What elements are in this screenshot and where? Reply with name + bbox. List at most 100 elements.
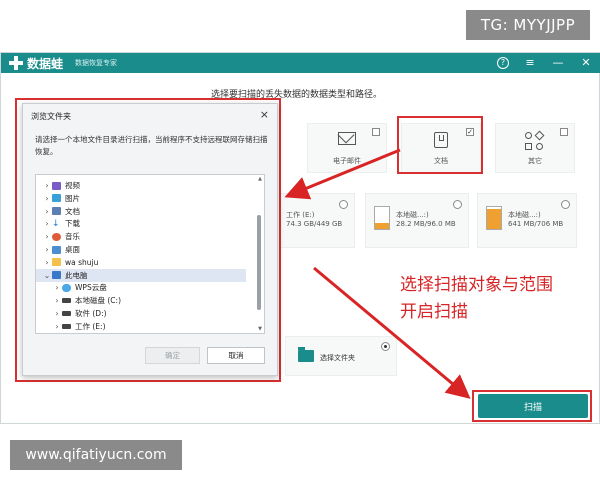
video-icon — [52, 181, 61, 190]
scroll-down-icon[interactable]: ▼ — [258, 326, 262, 332]
chevron-icon[interactable]: › — [52, 296, 62, 305]
close-icon[interactable]: ✕ — [579, 55, 593, 71]
chevron-icon[interactable]: ⌄ — [42, 271, 52, 280]
filetype-card-email[interactable]: 电子邮件 — [307, 123, 387, 173]
tree-item[interactable]: › 图片 — [36, 192, 246, 205]
envelope-icon — [338, 132, 356, 145]
chevron-icon[interactable]: › — [42, 219, 52, 228]
screenshot: TG: MYYJJPP 数据蛙 数据恢复专家 ? ≡ — ✕ 选择要扫描的丢失数… — [0, 0, 600, 480]
dialog-title: 浏览文件夹 — [31, 112, 71, 121]
tree-item[interactable]: › 软件 (D:) — [36, 307, 246, 320]
computer-icon — [52, 271, 61, 280]
browse-folder-dialog: 浏览文件夹 × 请选择一个本地文件目录进行扫描，当前程序不支持远程联网存储扫描恢… — [22, 103, 278, 376]
drive-name: 本地磁...:) — [396, 211, 429, 219]
minimize-icon[interactable]: — — [551, 55, 565, 71]
drive-size: 74.3 GB/449 GB — [286, 220, 343, 228]
annotation-line-2: 开启扫描 — [400, 302, 468, 322]
drive-icon — [62, 298, 71, 304]
title-bar: 数据蛙 数据恢复专家 ? ≡ — ✕ — [1, 53, 600, 73]
menu-icon[interactable]: ≡ — [523, 55, 537, 71]
tree-item[interactable]: › 文档 — [36, 205, 246, 218]
chevron-icon[interactable]: › — [42, 194, 52, 203]
help-icon[interactable]: ? — [497, 57, 509, 69]
tree-item-label: 本地磁盘 (C:) — [75, 296, 121, 306]
filetype-card-other[interactable]: 其它 — [495, 123, 575, 173]
tree-item-label: wa shuju — [65, 257, 99, 267]
tree-item-label: 音乐 — [65, 232, 80, 242]
other-icon — [525, 130, 545, 152]
chevron-icon[interactable]: › — [42, 207, 52, 216]
desktop-icon — [52, 245, 61, 254]
chevron-icon[interactable]: › — [52, 283, 62, 292]
document-icon — [52, 207, 61, 216]
drive-card-local-2[interactable]: 本地磁...:) 641 MB/706 MB — [477, 193, 577, 248]
scrollbar-thumb[interactable] — [257, 215, 261, 310]
drive-icon — [374, 206, 390, 230]
scroll-up-icon[interactable]: ▲ — [258, 176, 262, 182]
tree-item-label: WPS云盘 — [75, 283, 107, 293]
tree-item[interactable]: › wa shuju — [36, 256, 246, 269]
drive-card-e[interactable]: 工作 (E:) 74.3 GB/449 GB — [279, 193, 355, 248]
folder-tree[interactable]: ▲ ▼ › 视频 › 图片 › 文档 › ↓ 下载 › 音乐 › 桌面 › wa shuju ⌄ 此电脑 › WPS… — [35, 174, 265, 334]
highlight-document-card — [397, 116, 483, 174]
filetype-checkbox[interactable] — [560, 128, 568, 136]
app-name: 数据蛙 — [27, 57, 64, 71]
tree-item[interactable]: › 桌面 — [36, 243, 246, 256]
cancel-button[interactable]: 取消 — [207, 347, 265, 364]
picture-icon — [52, 194, 61, 203]
app-subtitle: 数据恢复专家 — [75, 59, 117, 67]
ok-button[interactable]: 确定 — [145, 347, 200, 364]
select-folder-label: 选择文件夹 — [320, 354, 355, 362]
drive-size: 28.2 MB/96.0 MB — [396, 220, 456, 228]
scan-button[interactable]: 扫描 — [478, 394, 588, 418]
drive-name: 本地磁...:) — [508, 211, 541, 219]
filetype-checkbox[interactable] — [372, 128, 380, 136]
folder-icon — [52, 258, 61, 267]
download-icon: ↓ — [52, 218, 60, 229]
annotation-line-1: 选择扫描对象与范围 — [400, 275, 553, 295]
tree-item-label: 文档 — [65, 206, 80, 216]
chevron-icon[interactable]: › — [52, 322, 62, 331]
tree-item-label: 此电脑 — [65, 270, 88, 280]
tree-item-label: 图片 — [65, 193, 80, 203]
tree-item[interactable]: › ↓ 下载 — [36, 217, 246, 230]
tree-item-label: 软件 (D:) — [75, 309, 107, 318]
titlebar-controls: ? ≡ — ✕ — [497, 55, 593, 71]
drive-icon — [62, 323, 71, 329]
filetype-label: 电子邮件 — [333, 157, 361, 165]
chevron-icon[interactable]: › — [42, 258, 52, 267]
chevron-icon[interactable]: › — [52, 309, 62, 318]
drive-radio[interactable] — [561, 200, 570, 209]
drive-card-local-1[interactable]: 本地磁...:) 28.2 MB/96.0 MB — [365, 193, 469, 248]
tree-item-label: 工作 (E:) — [75, 321, 106, 331]
drive-radio[interactable] — [453, 200, 462, 209]
tree-item[interactable]: › WPS云盘 — [36, 281, 246, 294]
drive-icon — [62, 311, 71, 316]
drive-icon — [486, 206, 502, 230]
tree-item[interactable]: › 工作 (E:) — [36, 320, 246, 333]
tree-item[interactable]: ⌄ 此电脑 — [36, 268, 246, 282]
drive-radio[interactable] — [339, 200, 348, 209]
chevron-icon[interactable]: › — [42, 181, 52, 190]
tree-item[interactable]: › 音乐 — [36, 230, 246, 243]
logo-icon — [7, 54, 25, 72]
tree-item-label: 视频 — [65, 181, 80, 190]
music-icon — [52, 232, 61, 241]
chevron-icon[interactable]: › — [42, 232, 52, 241]
chevron-icon[interactable]: › — [42, 245, 52, 254]
dialog-description: 请选择一个本地文件目录进行扫描，当前程序不支持远程联网存储扫描恢复。 — [35, 135, 268, 156]
drive-name: 工作 (E:) — [286, 211, 315, 219]
drive-size: 641 MB/706 MB — [508, 220, 564, 228]
cloud-icon — [62, 283, 71, 292]
filetype-label: 其它 — [528, 157, 542, 165]
watermark-top: TG: MYYJJPP — [466, 10, 590, 40]
select-folder-card[interactable]: 选择文件夹 — [285, 336, 397, 376]
tree-item-label: 下载 — [65, 219, 80, 229]
tree-item[interactable]: › 本地磁盘 (C:) — [36, 294, 246, 307]
dialog-close-icon[interactable]: × — [260, 108, 269, 121]
tree-item[interactable]: › 视频 — [36, 179, 246, 192]
watermark-bottom: www.qifatiyucn.com — [10, 440, 182, 470]
select-folder-radio[interactable] — [381, 342, 390, 351]
folder-icon — [298, 347, 314, 362]
tree-item-label: 桌面 — [65, 245, 80, 254]
